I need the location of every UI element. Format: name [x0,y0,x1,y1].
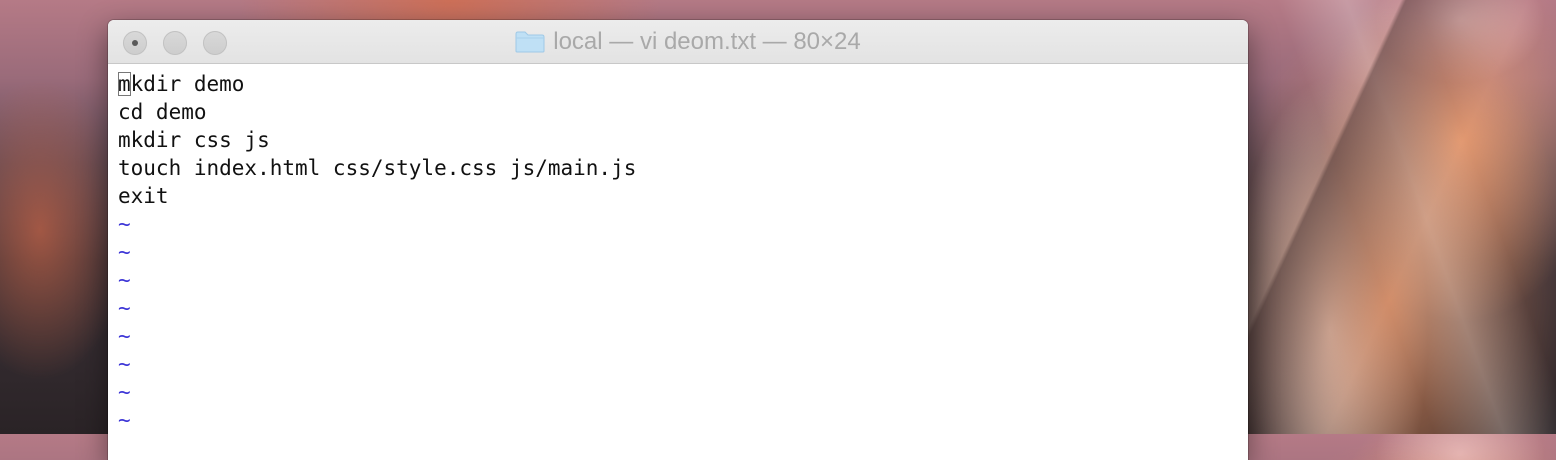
title-area: local — vi deom.txt — 80×24 [108,20,1248,64]
window-title: local — vi deom.txt — 80×24 [553,28,861,55]
terminal-window[interactable]: local — vi deom.txt — 80×24 mkdir demo c… [108,20,1248,460]
empty-line-marker: ~ [118,408,131,432]
empty-line-marker: ~ [118,240,131,264]
text-cursor: m [118,72,131,96]
buffer-line: exit [118,184,169,208]
vi-editor-buffer[interactable]: mkdir demo cd demo mkdir css js touch in… [108,64,1248,460]
buffer-line-text: kdir demo [130,72,245,96]
empty-line-marker: ~ [118,268,131,292]
empty-line-marker: ~ [118,352,131,376]
buffer-line: mkdir css js [118,128,270,152]
buffer-line: touch index.html css/style.css js/main.j… [118,156,637,180]
title-bar[interactable]: local — vi deom.txt — 80×24 [108,20,1248,64]
empty-line-marker: ~ [118,324,131,348]
desktop-wallpaper [1248,0,1556,434]
folder-icon [515,31,545,53]
empty-line-marker: ~ [118,380,131,404]
buffer-line: cd demo [118,100,207,124]
buffer-line: mkdir demo [118,70,1248,98]
empty-line-marker: ~ [118,212,131,236]
empty-line-marker: ~ [118,296,131,320]
